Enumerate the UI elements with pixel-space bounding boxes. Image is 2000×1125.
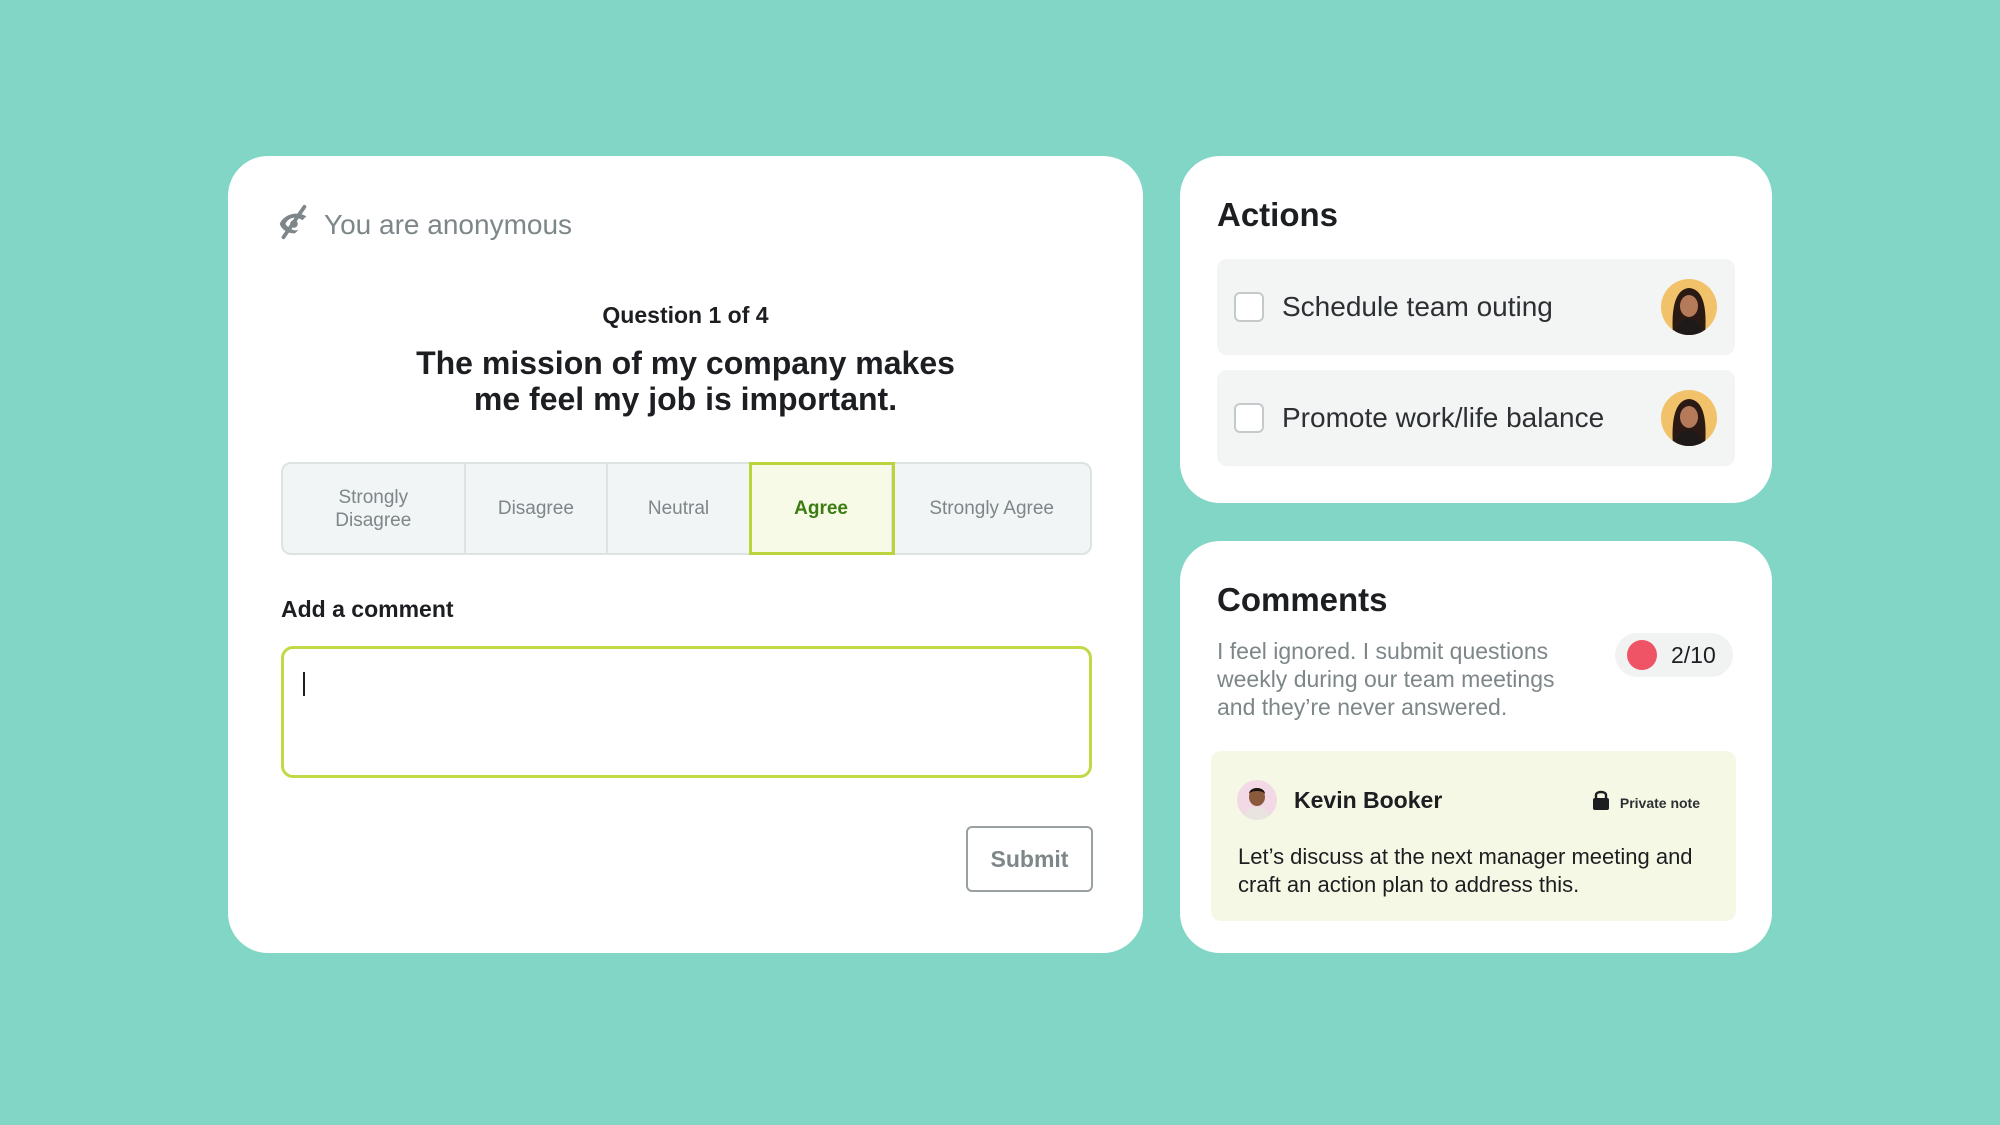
assignee-avatar (1661, 279, 1717, 335)
option-label: Strongly Disagree (335, 486, 412, 531)
question-counter: Question 1 of 4 (602, 302, 769, 328)
likert-scale: Strongly Disagree Disagree Neutral Agree… (281, 462, 1092, 555)
anonymous-label: You are anonymous (324, 208, 573, 240)
question-text-content: The mission of my company makes me feel … (416, 345, 955, 417)
option-label: Agree (794, 498, 848, 519)
option-neutral[interactable]: Neutral (608, 464, 751, 553)
action-checkbox[interactable] (1234, 403, 1264, 433)
actions-title: Actions (1217, 196, 1339, 233)
comments-card: Comments I feel ignored. I submit questi… (1180, 541, 1772, 953)
author-avatar (1237, 780, 1277, 820)
option-label: Disagree (497, 498, 574, 519)
actions-card: Actions Schedule team outing Promote wor… (1180, 156, 1772, 503)
survey-card: You are anonymous Question 1 of 4 The mi… (228, 156, 1143, 953)
note-author: Kevin Booker (1294, 787, 1443, 813)
employee-comment: I feel ignored. I submit questions weekl… (1217, 638, 1555, 720)
action-item[interactable]: Promote work/life balance (1217, 370, 1735, 466)
option-strongly-agree[interactable]: Strongly Agree (893, 464, 1090, 553)
action-label: Promote work/life balance (1282, 402, 1605, 433)
private-note: Kevin Booker Private note Let’s discuss … (1211, 751, 1736, 921)
comment-input[interactable] (281, 646, 1092, 778)
comments-title: Comments (1217, 581, 1388, 618)
private-indicator: Private note (1592, 789, 1700, 816)
action-checkbox[interactable] (1234, 292, 1264, 322)
score-badge: 2/10 (1615, 633, 1733, 677)
text-cursor (303, 672, 305, 696)
private-note-label: Private note (1619, 794, 1700, 811)
assignee-avatar (1661, 390, 1717, 446)
option-label: Neutral (647, 498, 710, 519)
score-value: 2/10 (1671, 641, 1716, 668)
action-label: Schedule team outing (1282, 291, 1553, 322)
option-label: Strongly Agree (929, 498, 1054, 519)
lock-icon (1592, 789, 1610, 816)
submit-button[interactable]: Submit (966, 826, 1093, 892)
option-agree[interactable]: Agree (748, 462, 896, 555)
question-text: The mission of my company makes me feel … (228, 345, 1143, 417)
note-body: Let’s discuss at the next manager meetin… (1238, 844, 1693, 897)
score-dot-icon (1627, 640, 1657, 670)
option-strongly-disagree[interactable]: Strongly Disagree (283, 464, 466, 553)
comment-label: Add a comment (281, 596, 454, 622)
option-disagree[interactable]: Disagree (466, 464, 609, 553)
action-item[interactable]: Schedule team outing (1217, 259, 1735, 355)
anonymous-indicator: You are anonymous (274, 203, 572, 246)
anonymous-eye-off-icon (274, 203, 312, 246)
